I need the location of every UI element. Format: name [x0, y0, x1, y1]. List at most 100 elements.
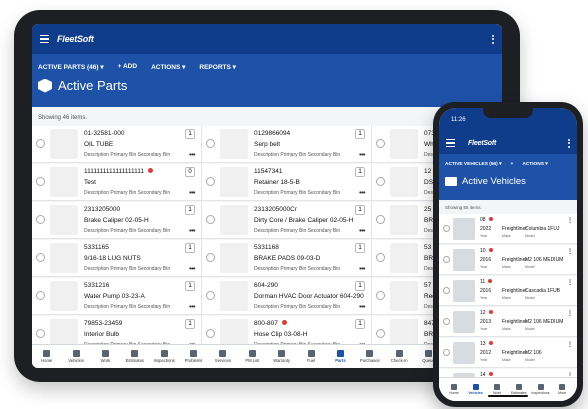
select-radio[interactable] [206, 329, 215, 338]
nav-item-purchases[interactable]: Purchases [355, 345, 384, 368]
more-vertical-icon[interactable] [492, 34, 494, 44]
part-name: Interior Bulb [84, 331, 120, 338]
select-radio[interactable] [443, 225, 450, 232]
nav-item-estimates[interactable]: Estimates [508, 378, 530, 401]
vehicle-make: Freightliner [502, 319, 528, 325]
part-number: 2313205000Cr [254, 206, 298, 213]
nav-item-fuel[interactable]: Fuel [296, 345, 325, 368]
select-radio[interactable] [36, 291, 45, 300]
add-button[interactable]: + ADD [118, 63, 137, 71]
more-icon[interactable]: ••• [189, 152, 195, 159]
nav-icon [450, 384, 457, 390]
select-radio[interactable] [206, 291, 215, 300]
select-radio[interactable] [376, 177, 385, 186]
vehicle-image [453, 311, 475, 333]
part-card[interactable]: 604-290 Dorman HVAC Door Actuator 604-290… [202, 278, 372, 315]
part-card[interactable]: 5331216 Water Pump 03-23-A Description Pri… [32, 278, 202, 315]
nav-item-parts[interactable]: Parts [326, 345, 355, 368]
vehicle-row[interactable]: 12 2013 Freightliner M2 106 MEDIUM Year Make M… [439, 307, 577, 337]
select-radio[interactable] [376, 329, 385, 338]
quantity-badge: 1 [185, 281, 195, 291]
part-number: 12 [424, 168, 432, 175]
more-icon[interactable]: ••• [359, 266, 365, 273]
select-radio[interactable] [376, 291, 385, 300]
select-radio[interactable] [36, 215, 45, 224]
select-radio[interactable] [206, 253, 215, 262]
part-card[interactable]: 2313205000Cr Dirty Core / Brake Caliper 0… [202, 202, 372, 239]
nav-item-services[interactable]: Services [208, 345, 237, 368]
select-radio[interactable] [206, 177, 215, 186]
more-icon[interactable]: ••• [359, 152, 365, 159]
nav-item-pm-list[interactable]: PM List [238, 345, 267, 368]
nav-item-check-in[interactable]: Check-In [385, 345, 414, 368]
nav-item-more[interactable]: More [551, 378, 573, 401]
nav-item-home[interactable]: Home [32, 345, 61, 368]
vehicle-row[interactable]: 10 2016 Freightliner M2 106 MEDIUM Year Make M… [439, 245, 577, 275]
nav-item-inspections[interactable]: Inspections [150, 345, 179, 368]
select-radio[interactable] [376, 139, 385, 148]
part-card[interactable]: 0129866094 Serp belt Description Primary B… [202, 126, 372, 163]
select-radio[interactable] [376, 253, 385, 262]
more-icon[interactable]: ⋮ [567, 310, 573, 317]
more-icon[interactable]: ••• [189, 228, 195, 235]
vehicle-row[interactable]: 11 2016 Freightliner Cascadia 1FUB Year Make M… [439, 276, 577, 306]
part-card[interactable]: 1111111111111111111 Test Description Prima… [32, 164, 202, 201]
part-card[interactable]: 01-32581-000 OIL TUBE Description Primary … [32, 126, 202, 163]
more-icon[interactable]: ••• [359, 228, 365, 235]
more-icon[interactable]: ⋮ [567, 279, 573, 286]
actions-menu[interactable]: ACTIONS ▾ [522, 162, 547, 167]
more-icon[interactable]: ••• [189, 266, 195, 273]
more-icon[interactable]: ••• [189, 304, 195, 311]
actions-menu[interactable]: ACTIONS ▾ [151, 63, 185, 71]
nav-item-problems[interactable]: Problems [179, 345, 208, 368]
make-label: Make [502, 358, 511, 362]
select-radio[interactable] [36, 253, 45, 262]
more-icon[interactable]: ••• [359, 304, 365, 311]
more-icon[interactable]: ••• [359, 190, 365, 197]
nav-item-home[interactable]: Home [443, 378, 465, 401]
nav-item-vehicles[interactable]: Vehicles [61, 345, 90, 368]
vehicle-row[interactable]: 13 2012 Freightliner M2 106 Year Make Model ⋮ [439, 338, 577, 368]
add-button[interactable]: + [511, 162, 514, 167]
nav-item-work[interactable]: Work [91, 345, 120, 368]
part-card[interactable]: 2313205000 Brake Caliper 02-05-H Descripti… [32, 202, 202, 239]
part-card[interactable]: 5331165 9/16-18 LUG NUTS Description Prima… [32, 240, 202, 277]
part-image [50, 281, 78, 311]
reports-menu[interactable]: REPORTS ▾ [199, 63, 236, 71]
more-icon[interactable]: ⋮ [567, 341, 573, 348]
part-card[interactable]: 5331168 BRAKE PADS 09-03-D Description Pri… [202, 240, 372, 277]
select-radio[interactable] [206, 139, 215, 148]
alert-icon [488, 248, 493, 252]
part-card[interactable]: 11547341 Retainer 18-5-B Description Prima… [202, 164, 372, 201]
part-image [390, 167, 418, 197]
nav-item-vehicles[interactable]: Vehicles [465, 378, 487, 401]
nav-label: PM List [245, 358, 260, 363]
quantity-badge: 1 [185, 129, 195, 139]
select-radio[interactable] [443, 318, 450, 325]
more-vertical-icon[interactable] [568, 138, 570, 148]
more-icon[interactable]: ⋮ [567, 248, 573, 255]
nav-item-inspections[interactable]: Inspections [530, 378, 552, 401]
more-icon[interactable]: ••• [189, 190, 195, 197]
menu-icon[interactable] [446, 138, 455, 148]
select-radio[interactable] [443, 256, 450, 263]
nav-item-work[interactable]: Work [486, 378, 508, 401]
menu-icon[interactable] [40, 34, 49, 44]
more-icon[interactable]: ⋮ [567, 217, 573, 224]
vehicle-make: Freightliner [502, 350, 528, 356]
nav-item-estimates[interactable]: Estimates [120, 345, 149, 368]
select-radio[interactable] [443, 349, 450, 356]
select-radio[interactable] [443, 287, 450, 294]
select-radio[interactable] [36, 177, 45, 186]
nav-icon [43, 350, 51, 357]
nav-item-warranty[interactable]: Warranty [267, 345, 296, 368]
model-label: Model [525, 265, 535, 269]
select-radio[interactable] [36, 329, 45, 338]
active-parts-filter[interactable]: ACTIVE PARTS (46) ▾ [38, 63, 104, 71]
active-vehicles-filter[interactable]: ACTIVE VEHICLES (55) ▾ [445, 162, 502, 167]
select-radio[interactable] [36, 139, 45, 148]
select-radio[interactable] [206, 215, 215, 224]
select-radio[interactable] [376, 215, 385, 224]
part-meta-labels: Description Primary Bin Secondary Bin [254, 152, 341, 158]
vehicle-row[interactable]: 08 2022 Freightliner Columbia 1FUJ Year Make M… [439, 214, 577, 244]
